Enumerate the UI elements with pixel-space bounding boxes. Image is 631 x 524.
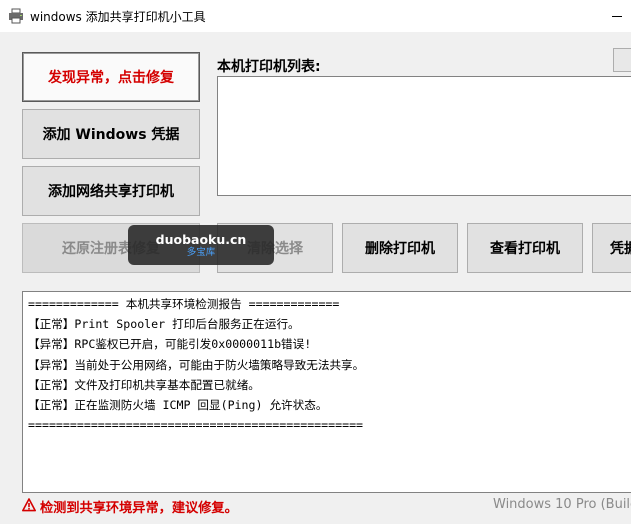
report-line: 【异常】当前处于公用网络，可能由于防火墙策略导致无法共享。: [28, 357, 365, 372]
report-line: 【异常】RPC鉴权已开启，可能引发0x0000011b错误!: [28, 337, 312, 352]
add-network-printer-button[interactable]: 添加网络共享打印机: [22, 166, 200, 216]
printer-list[interactable]: [217, 76, 631, 196]
credential-button-label: 凭据: [610, 241, 631, 257]
fix-button[interactable]: 发现异常，点击修复: [22, 52, 200, 102]
report-line: 【正常】正在监测防火墙 ICMP 回显(Ping) 允许状态。: [28, 397, 328, 412]
view-printer-label: 查看打印机: [490, 241, 560, 257]
add-credential-label: 添加 Windows 凭据: [42, 127, 180, 143]
delete-printer-button[interactable]: 删除打印机: [342, 223, 458, 273]
watermark-sub: 多宝库: [186, 246, 216, 258]
warning-icon: [22, 498, 36, 512]
fix-button-label: 发现异常，点击修复: [48, 70, 174, 86]
status-warning-text: 检测到共享环境异常，建议修复。: [40, 501, 238, 516]
minimize-button[interactable]: [596, 0, 631, 32]
report-line: 【正常】文件及打印机共享基本配置已就绪。: [28, 377, 260, 392]
report-line: ============= 本机共享环境检测报告 =============: [28, 297, 340, 311]
report-line: ========================================…: [28, 418, 364, 433]
printer-list-label: 本机打印机列表:: [217, 59, 321, 75]
report-line: 【正常】Print Spooler 打印后台服务正在运行。: [28, 317, 300, 332]
printer-icon: [9, 8, 23, 24]
credential-button[interactable]: 凭据: [592, 223, 631, 273]
delete-printer-label: 删除打印机: [365, 241, 435, 257]
refresh-button[interactable]: [613, 48, 631, 72]
add-network-printer-label: 添加网络共享打印机: [48, 184, 174, 200]
report-textbox[interactable]: ============= 本机共享环境检测报告 ============= 【…: [22, 291, 631, 493]
status-bar: 检测到共享环境异常，建议修复。 Windows 10 Pro (Build: [0, 494, 631, 524]
title-bar: windows 添加共享打印机小工具: [0, 0, 631, 32]
os-version-text: Windows 10 Pro (Build: [493, 497, 631, 512]
watermark: duobaoku.cn 多宝库: [128, 225, 274, 265]
view-printer-button[interactable]: 查看打印机: [467, 223, 583, 273]
watermark-main: duobaoku.cn: [155, 231, 247, 247]
add-credential-button[interactable]: 添加 Windows 凭据: [22, 109, 200, 159]
window-title: windows 添加共享打印机小工具: [30, 10, 206, 24]
